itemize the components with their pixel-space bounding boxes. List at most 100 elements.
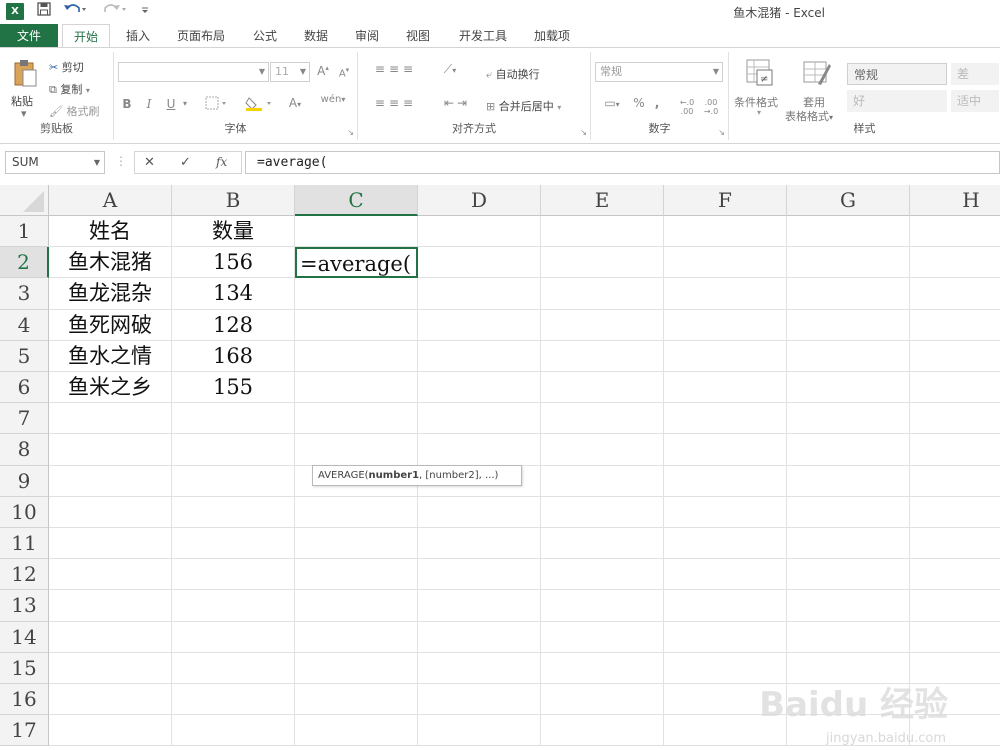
cell-a13[interactable] xyxy=(49,590,172,622)
cell-g7[interactable] xyxy=(787,403,910,435)
row-header-4[interactable]: 4 xyxy=(0,309,49,341)
number-dialog-launcher-icon[interactable]: ↘ xyxy=(718,128,725,137)
row-header-10[interactable]: 10 xyxy=(0,496,49,528)
paste-dropdown-icon[interactable]: ▾ xyxy=(21,107,27,120)
cell-e12[interactable] xyxy=(541,559,664,591)
borders-icon[interactable] xyxy=(204,96,232,113)
cell-a9[interactable] xyxy=(49,465,172,497)
cell-b9[interactable] xyxy=(172,465,295,497)
column-header-b[interactable]: B xyxy=(172,185,295,216)
row-header-15[interactable]: 15 xyxy=(0,652,49,684)
cell-h3[interactable] xyxy=(910,278,1000,310)
row-header-12[interactable]: 12 xyxy=(0,559,49,591)
orientation-icon[interactable]: ⟋▾ xyxy=(436,62,464,77)
cell-c6[interactable] xyxy=(295,372,418,404)
select-all-corner[interactable] xyxy=(0,185,49,216)
cell-h2[interactable] xyxy=(910,247,1000,279)
tab-page-layout[interactable]: 页面布局 xyxy=(168,24,234,48)
bold-button[interactable]: B xyxy=(120,97,134,111)
cell-a7[interactable] xyxy=(49,403,172,435)
merge-center-button[interactable]: ⊞ 合并后居中 ▾ xyxy=(486,98,561,114)
column-header-c[interactable]: C xyxy=(295,185,418,216)
cell-g1[interactable] xyxy=(787,216,910,248)
cancel-button[interactable]: ✕ xyxy=(144,155,155,170)
cell-e4[interactable] xyxy=(541,309,664,341)
tab-review[interactable]: 审阅 xyxy=(347,24,387,48)
undo-icon[interactable] xyxy=(60,2,90,22)
cell-e16[interactable] xyxy=(541,684,664,716)
cell-f9[interactable] xyxy=(664,465,787,497)
row-header-17[interactable]: 17 xyxy=(0,715,49,747)
cell-b14[interactable] xyxy=(172,621,295,653)
cell-e14[interactable] xyxy=(541,621,664,653)
comma-button[interactable]: , xyxy=(651,96,663,110)
cell-f11[interactable] xyxy=(664,528,787,560)
cell-h13[interactable] xyxy=(910,590,1000,622)
cell-b5[interactable]: 168 xyxy=(172,340,295,372)
row-header-1[interactable]: 1 xyxy=(0,216,49,248)
wrap-text-button[interactable]: ⤶ 自动换行 xyxy=(486,66,540,82)
cell-c16[interactable] xyxy=(295,684,418,716)
enter-button[interactable]: ✓ xyxy=(180,155,191,170)
cell-a3[interactable]: 鱼龙混杂 xyxy=(49,278,172,310)
cell-b12[interactable] xyxy=(172,559,295,591)
copy-button[interactable]: ⧉ 复制 ▾ xyxy=(49,81,90,97)
cell-h8[interactable] xyxy=(910,434,1000,466)
cell-f10[interactable] xyxy=(664,496,787,528)
cell-g6[interactable] xyxy=(787,372,910,404)
save-icon[interactable] xyxy=(33,2,55,22)
number-format-combo[interactable]: 常规 ▼ xyxy=(595,62,723,82)
formula-input[interactable]: =average( xyxy=(245,151,1000,174)
cell-c7[interactable] xyxy=(295,403,418,435)
cell-d10[interactable] xyxy=(418,496,541,528)
cell-a16[interactable] xyxy=(49,684,172,716)
cell-d1[interactable] xyxy=(418,216,541,248)
cell-f6[interactable] xyxy=(664,372,787,404)
cell-b8[interactable] xyxy=(172,434,295,466)
row-header-14[interactable]: 14 xyxy=(0,621,49,653)
cell-d7[interactable] xyxy=(418,403,541,435)
cell-a4[interactable]: 鱼死网破 xyxy=(49,309,172,341)
cell-d3[interactable] xyxy=(418,278,541,310)
cell-f2[interactable] xyxy=(664,247,787,279)
horizontal-align-icons[interactable]: ≡≡≡ xyxy=(364,96,428,110)
cell-e11[interactable] xyxy=(541,528,664,560)
cell-c14[interactable] xyxy=(295,621,418,653)
row-header-6[interactable]: 6 xyxy=(0,372,49,404)
cell-f1[interactable] xyxy=(664,216,787,248)
conditional-format-icon[interactable]: ≠ xyxy=(739,58,781,92)
cell-d17[interactable] xyxy=(418,715,541,747)
tab-insert[interactable]: 插入 xyxy=(118,24,158,48)
percent-button[interactable]: % xyxy=(631,96,647,110)
indent-icons[interactable]: ⇤⇥ xyxy=(436,96,478,110)
font-color-icon[interactable]: A▾ xyxy=(282,96,308,110)
row-header-13[interactable]: 13 xyxy=(0,590,49,622)
active-cell-c2[interactable]: =average( xyxy=(295,247,418,279)
cell-c3[interactable] xyxy=(295,278,418,310)
cell-d5[interactable] xyxy=(418,340,541,372)
row-header-8[interactable]: 8 xyxy=(0,434,49,466)
cell-e10[interactable] xyxy=(541,496,664,528)
cell-d12[interactable] xyxy=(418,559,541,591)
cell-a11[interactable] xyxy=(49,528,172,560)
cell-a12[interactable] xyxy=(49,559,172,591)
cell-d14[interactable] xyxy=(418,621,541,653)
cell-h14[interactable] xyxy=(910,622,1000,653)
vertical-align-icons[interactable]: ≡≡≡ xyxy=(364,62,428,76)
decrease-decimal-icon[interactable]: .00 →.0 xyxy=(701,98,721,116)
cell-g9[interactable] xyxy=(787,465,910,497)
cell-e7[interactable] xyxy=(541,403,664,435)
cell-g14[interactable] xyxy=(787,621,910,653)
cell-f13[interactable] xyxy=(664,590,787,622)
cell-a8[interactable] xyxy=(49,434,172,466)
cell-e15[interactable] xyxy=(541,652,664,684)
cell-a6[interactable]: 鱼米之乡 xyxy=(49,372,172,404)
row-header-2[interactable]: 2 xyxy=(0,247,49,279)
cell-c11[interactable] xyxy=(295,528,418,560)
cell-h5[interactable] xyxy=(910,341,1000,372)
column-header-h[interactable]: H xyxy=(910,185,1000,216)
font-name-combo[interactable]: ▼ xyxy=(118,62,269,82)
tab-data[interactable]: 数据 xyxy=(296,24,336,48)
cell-b15[interactable] xyxy=(172,652,295,684)
cell-f7[interactable] xyxy=(664,403,787,435)
